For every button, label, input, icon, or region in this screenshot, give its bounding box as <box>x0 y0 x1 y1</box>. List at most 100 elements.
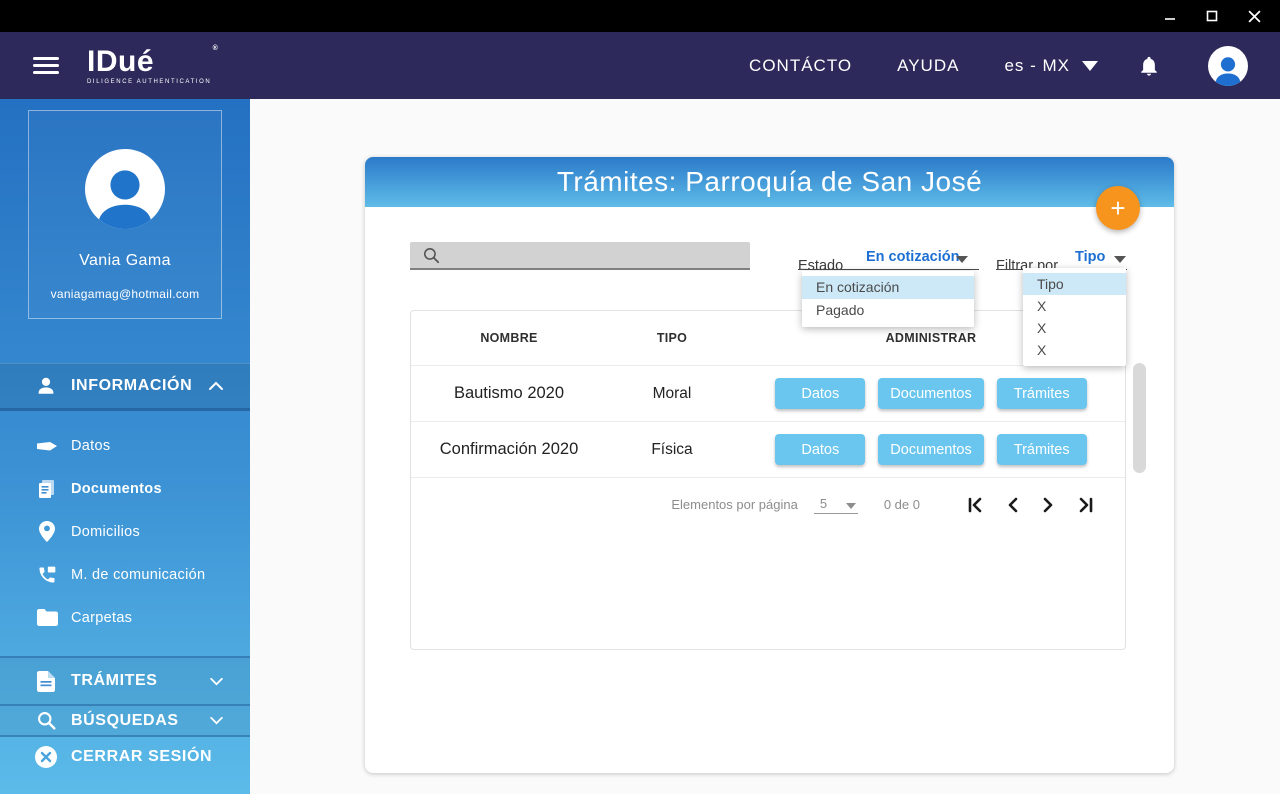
last-page-button[interactable] <box>1077 496 1095 514</box>
scrollbar-thumb[interactable] <box>1133 363 1146 473</box>
logout-label: CERRAR SESIÓN <box>71 748 224 766</box>
menu-icon[interactable] <box>33 57 59 74</box>
chevron-up-icon <box>208 381 224 391</box>
profile-card: Vania Gama vaniagamag@hotmail.com <box>28 110 222 319</box>
filtrar-option-x2[interactable]: X <box>1023 317 1126 339</box>
language-value: es - MX <box>1004 56 1070 76</box>
person-icon <box>1211 54 1245 86</box>
sidebar-item-documentos[interactable]: Documentos <box>0 467 250 510</box>
sidebar-item-domicilios[interactable]: Domicilios <box>0 510 250 553</box>
documentos-button[interactable]: Documentos <box>878 434 983 465</box>
documentos-button[interactable]: Documentos <box>878 378 983 409</box>
cell-actions: Datos Documentos Trámites <box>737 434 1125 465</box>
page-size-value: 5 <box>820 496 846 511</box>
table-row: Confirmación 2020 Física Datos Documento… <box>411 421 1125 477</box>
filtrar-option-tipo[interactable]: Tipo <box>1023 273 1126 295</box>
column-header-tipo: TIPO <box>607 331 737 345</box>
sidebar-section-label: TRÁMITES <box>71 672 209 690</box>
sidebar-item-label: Datos <box>71 438 110 454</box>
cell-actions: Datos Documentos Trámites <box>737 378 1125 409</box>
search-icon <box>34 710 58 731</box>
estado-option-en-cotizacion[interactable]: En cotización <box>802 276 974 299</box>
tramites-button[interactable]: Trámites <box>997 434 1087 465</box>
bell-icon <box>1138 54 1160 78</box>
nav-contacto[interactable]: CONTÁCTO <box>749 56 852 76</box>
page-size-select[interactable]: 5 <box>814 496 858 514</box>
trademark-mark: ® <box>213 45 219 52</box>
minimize-button[interactable] <box>1162 8 1178 24</box>
filtrar-option-x1[interactable]: X <box>1023 295 1126 317</box>
close-button[interactable] <box>1246 8 1262 24</box>
logout-button[interactable]: CERRAR SESIÓN <box>0 737 250 777</box>
logo-subtext: DILIGENCE AUTHENTICATION <box>87 79 211 85</box>
estado-option-pagado[interactable]: Pagado <box>802 299 974 322</box>
sidebar-item-label: Domicilios <box>71 524 140 540</box>
paginator: Elementos por página 5 0 de 0 <box>411 477 1125 531</box>
tramites-table: NOMBRE TIPO ADMINISTRAR Bautismo 2020 Mo… <box>410 310 1126 650</box>
search-box <box>410 242 750 270</box>
search-input[interactable] <box>449 247 750 263</box>
datos-button[interactable]: Datos <box>775 378 865 409</box>
table-header-row: NOMBRE TIPO ADMINISTRAR <box>411 311 1125 365</box>
previous-page-button[interactable] <box>1005 496 1020 514</box>
document-icon <box>34 671 58 692</box>
user-avatar[interactable] <box>1208 46 1248 86</box>
window-titlebar <box>0 0 1280 32</box>
label-tag-icon <box>36 439 58 453</box>
documents-icon <box>36 479 58 499</box>
cell-nombre: Confirmación 2020 <box>411 440 607 459</box>
first-page-button[interactable] <box>966 496 984 514</box>
add-button[interactable]: + <box>1096 186 1140 230</box>
main-content: Trámites: Parroquía de San José + Estado… <box>250 99 1280 794</box>
profile-email: vaniagamag@hotmail.com <box>29 287 221 301</box>
person-icon <box>90 163 160 229</box>
person-icon <box>34 375 58 397</box>
phone-icon <box>36 565 58 585</box>
next-page-button[interactable] <box>1041 496 1056 514</box>
cell-tipo: Moral <box>607 385 737 403</box>
chevron-left-icon <box>1005 496 1020 514</box>
column-header-nombre: NOMBRE <box>411 331 607 345</box>
chevron-down-icon <box>209 716 224 725</box>
chevron-down-icon[interactable] <box>956 256 968 263</box>
close-icon <box>1248 10 1261 23</box>
sidebar-item-carpetas[interactable]: Carpetas <box>0 596 250 639</box>
sidebar-item-label: M. de comunicación <box>71 567 205 583</box>
filtrar-option-x3[interactable]: X <box>1023 339 1126 361</box>
profile-name: Vania Gama <box>29 252 221 270</box>
tramites-card: Trámites: Parroquía de San José + Estado… <box>365 157 1174 773</box>
datos-button[interactable]: Datos <box>775 434 865 465</box>
sidebar-item-datos[interactable]: Datos <box>0 424 250 467</box>
sidebar-item-comunicacion[interactable]: M. de comunicación <box>0 553 250 596</box>
paginator-nav <box>966 496 1095 514</box>
plus-icon: + <box>1110 193 1125 224</box>
sidebar-section-busquedas[interactable]: BÚSQUEDAS <box>0 704 250 737</box>
page-title: Trámites: Parroquía de San José <box>557 166 982 198</box>
app-header: IDué® DILIGENCE AUTHENTICATION CONTÁCTO … <box>0 32 1280 99</box>
sidebar-section-tramites[interactable]: TRÁMITES <box>0 656 250 704</box>
cell-nombre: Bautismo 2020 <box>411 384 607 403</box>
maximize-button[interactable] <box>1204 8 1220 24</box>
items-per-page-label: Elementos por página <box>671 497 797 512</box>
sidebar-section-informacion[interactable]: INFORMACIÓN <box>0 363 250 411</box>
filtrar-select[interactable]: Tipo <box>1075 249 1105 265</box>
sidebar-item-label: Documentos <box>71 481 162 497</box>
maximize-icon <box>1206 10 1218 22</box>
chevron-right-icon <box>1041 496 1056 514</box>
notifications-button[interactable] <box>1138 54 1160 78</box>
estado-dropdown-panel: En cotización Pagado <box>802 271 974 327</box>
nav-ayuda[interactable]: AYUDA <box>897 56 959 76</box>
card-header: Trámites: Parroquía de San José <box>365 157 1174 207</box>
minimize-icon <box>1164 10 1176 22</box>
estado-select[interactable]: En cotización <box>866 249 959 265</box>
location-pin-icon <box>36 521 58 542</box>
app-logo: IDué® DILIGENCE AUTHENTICATION <box>87 47 211 85</box>
profile-avatar <box>85 149 165 229</box>
chevron-down-icon[interactable] <box>1114 256 1126 263</box>
language-selector[interactable]: es - MX <box>1004 56 1098 76</box>
tramites-button[interactable]: Trámites <box>997 378 1087 409</box>
estado-underline <box>798 269 979 270</box>
page-range-label: 0 de 0 <box>884 497 920 512</box>
sidebar-submenu: Datos Documentos Domic <box>0 411 250 649</box>
folder-icon <box>36 609 58 626</box>
